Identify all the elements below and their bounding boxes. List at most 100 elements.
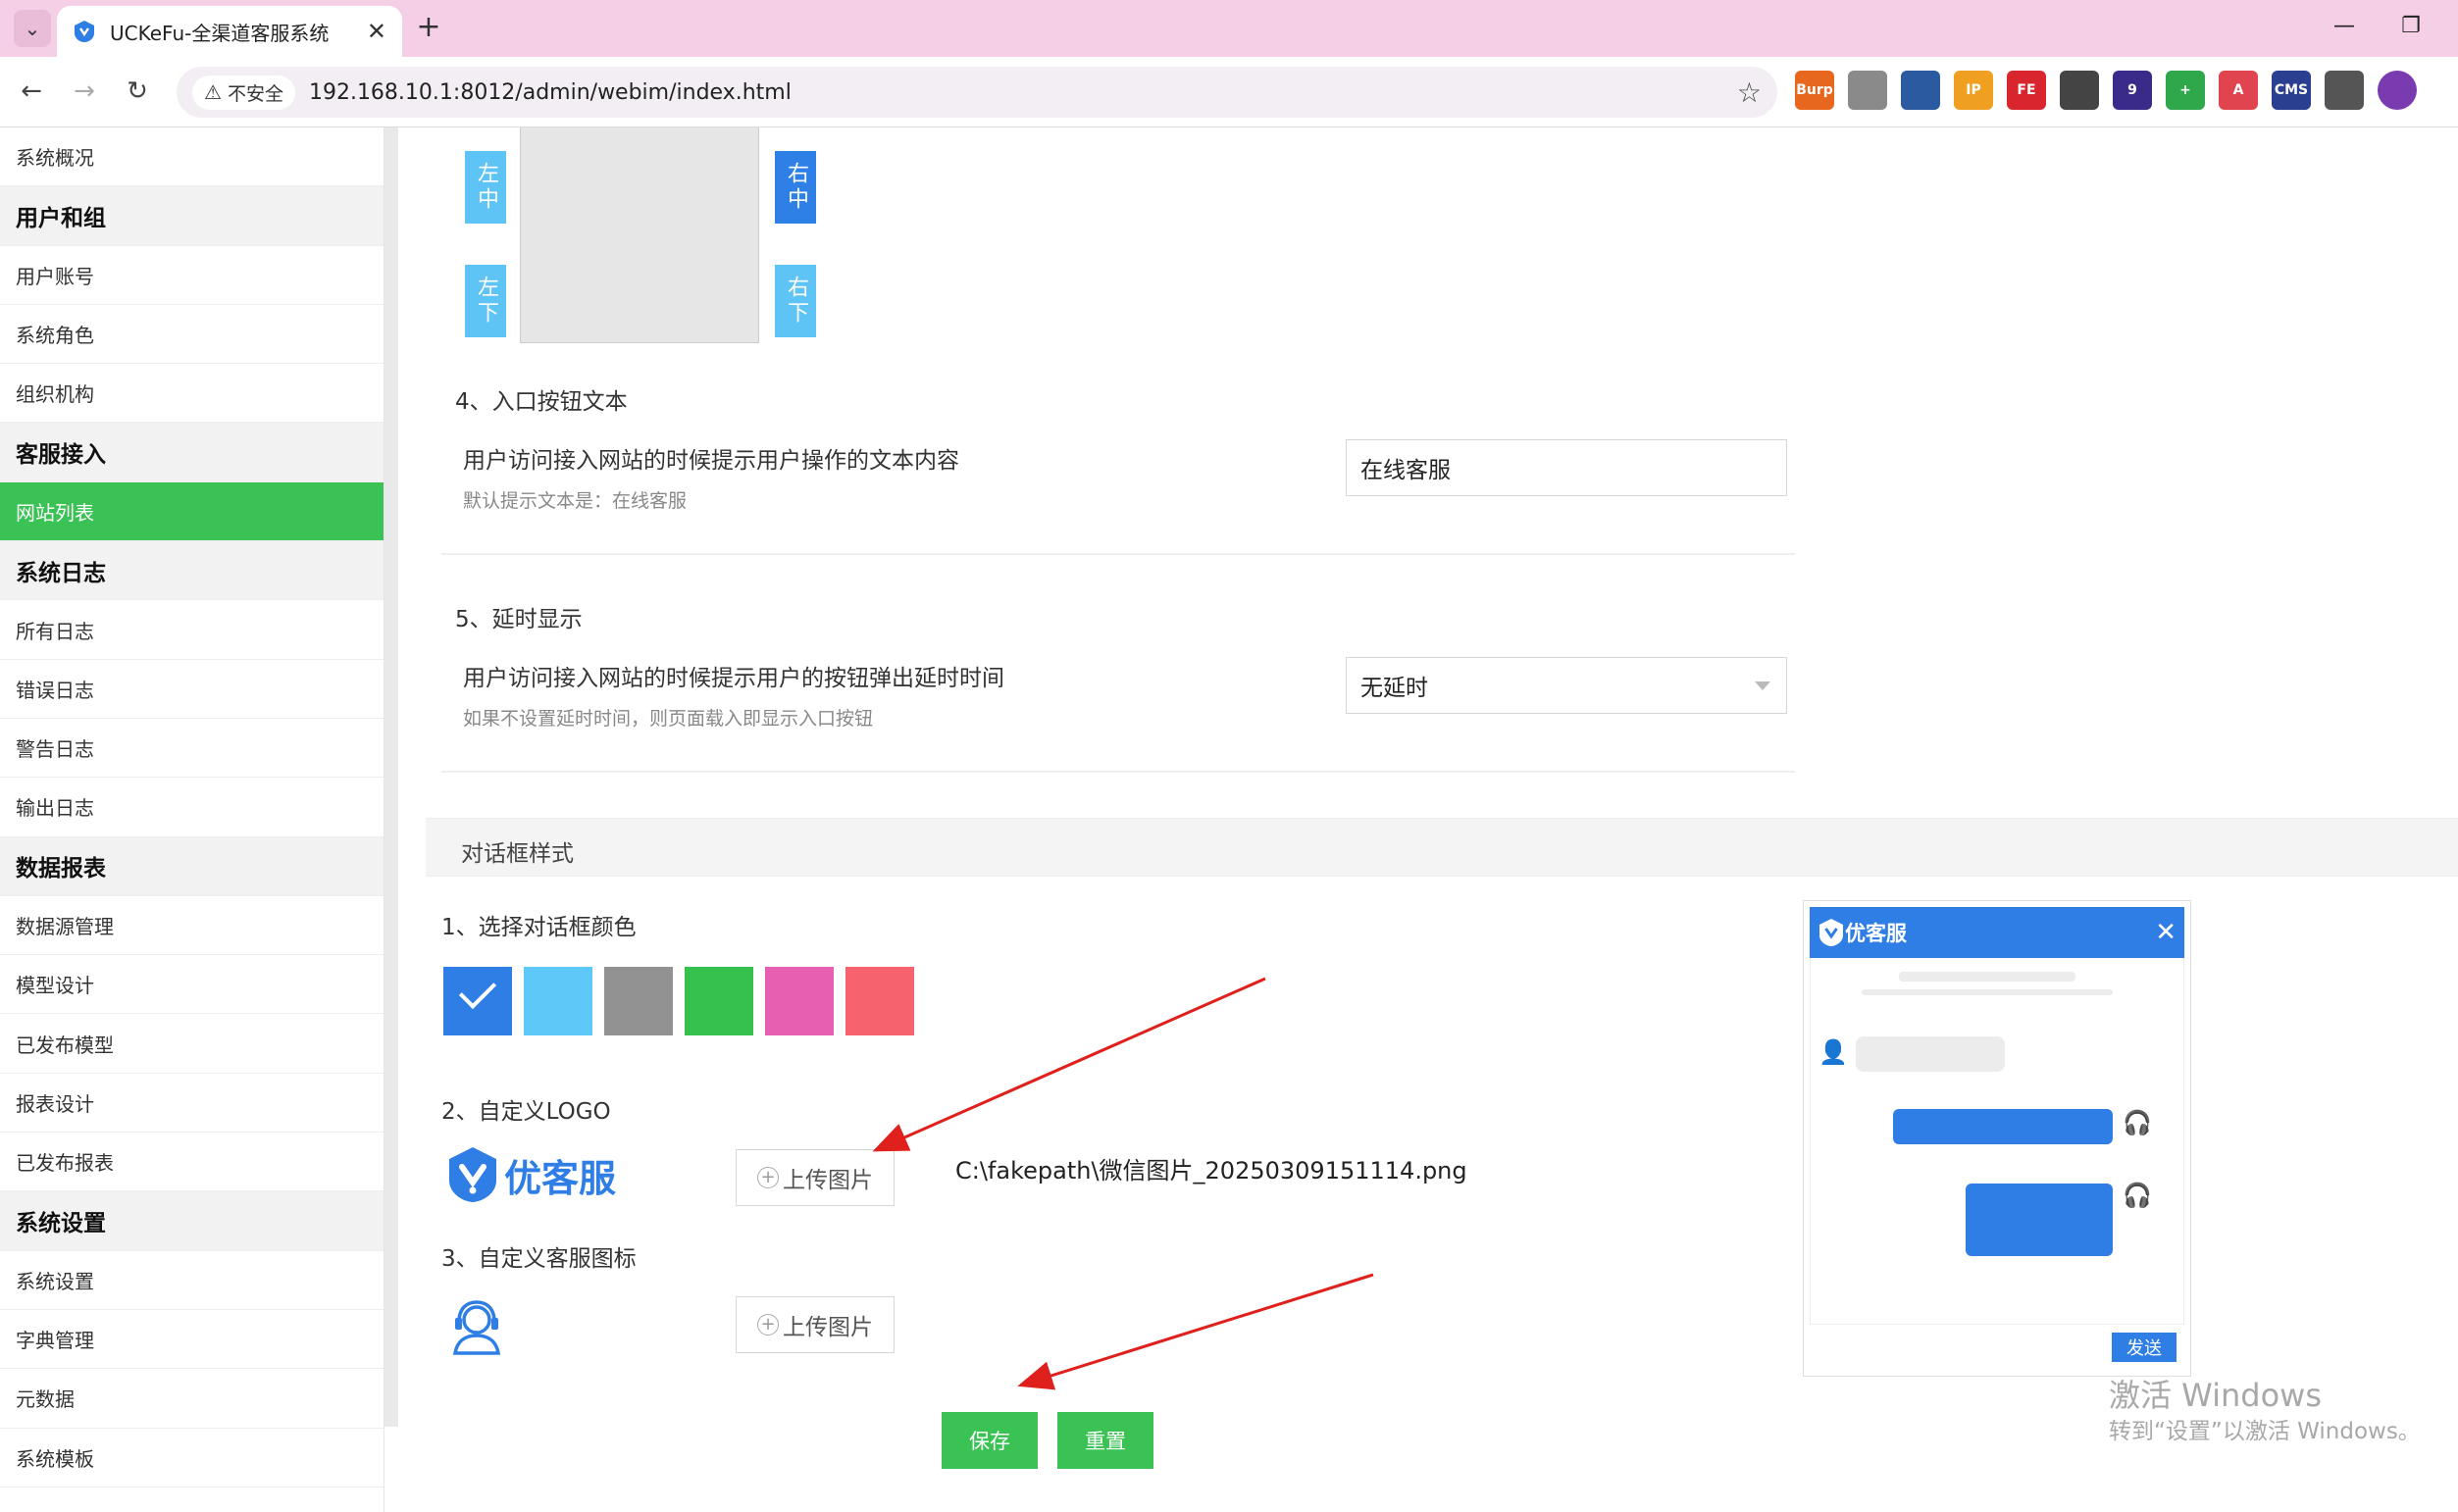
sidebar-item[interactable]: 系统角色 [0, 305, 384, 365]
sidebar-item[interactable]: 所有日志 [0, 600, 384, 660]
sidebar-item-label: 元数据 [16, 1387, 75, 1412]
windows-watermark-title: 激活 Windows [2109, 1377, 2323, 1414]
chat-title: 优客服 [1845, 922, 1907, 945]
sidebar-item[interactable]: 警告日志 [0, 719, 384, 779]
sidebar-item-label: 网站列表 [16, 500, 94, 525]
delay-value: 无延时 [1360, 676, 1428, 701]
sidebar-item-label: 警告日志 [16, 737, 94, 762]
tab-title: UCKeFu-全渠道客服系统 [110, 21, 330, 45]
shield-extension-icon[interactable] [1901, 71, 1940, 110]
extension-label: 9 [2127, 82, 2137, 98]
logo-text: 优客服 [504, 1156, 617, 1200]
sidebar-item[interactable]: 网站列表 [0, 481, 384, 542]
profile-avatar-icon[interactable] [2378, 71, 2417, 110]
color-swatch[interactable] [604, 967, 673, 1035]
forward-arrow-icon[interactable]: → [67, 75, 102, 110]
logo-title: 2、自定义LOGO [441, 1099, 611, 1125]
sidebar-item-label: 报表设计 [16, 1091, 94, 1116]
entry-text-title: 4、入口按钮文本 [455, 389, 628, 415]
extension-label: Burp [1796, 82, 1833, 98]
chat-close-icon[interactable]: ✕ [2155, 918, 2176, 947]
link-extension-icon[interactable] [1848, 71, 1887, 110]
sidebar-item[interactable]: 已发布模型 [0, 1014, 384, 1074]
color-swatch[interactable] [845, 967, 914, 1035]
sidebar-item[interactable]: 系统概况 [0, 127, 384, 187]
delay-select[interactable]: 无延时 [1346, 657, 1787, 714]
position-left-mid-button[interactable]: 左中 [465, 151, 506, 224]
chat-body: 👤 🎧 🎧 [1810, 958, 2184, 1325]
extension-label: + [2179, 82, 2191, 98]
tab-search-button[interactable]: ⌄ [14, 10, 51, 47]
dropdown-arrow-icon [1755, 681, 1770, 690]
dialog-style-header: 对话框样式 [426, 818, 2458, 877]
delay-title: 5、延时显示 [455, 607, 583, 632]
sidebar-item-label: 系统角色 [16, 324, 94, 348]
browser-toolbar: ← → ↻ ⚠ 不安全 192.168.10.1:8012/admin/webim… [0, 57, 2458, 127]
entry-text-input[interactable]: 在线客服 [1346, 439, 1787, 496]
logo-upload-button[interactable]: + 上传图片 [736, 1149, 895, 1206]
sidebar-group-header: 客服接入 [0, 423, 384, 482]
save-button[interactable]: 保存 [942, 1412, 1038, 1469]
sidebar-item-label: 系统设置 [16, 1210, 106, 1236]
sidebar-item[interactable]: 报表设计 [0, 1074, 384, 1134]
position-right-bottom-label: 右下 [784, 276, 808, 327]
burp-extension-icon[interactable]: Burp [1795, 71, 1834, 110]
sidebar-item-label: 字典管理 [16, 1329, 94, 1353]
cms-extension-icon[interactable]: CMS [2272, 71, 2311, 110]
sidebar-item-label: 客服接入 [16, 442, 106, 469]
position-right-bottom-button[interactable]: 右下 [775, 265, 816, 337]
icon-upload-button[interactable]: + 上传图片 [736, 1296, 895, 1353]
bookmark-star-icon[interactable]: ☆ [1737, 76, 1762, 109]
color-swatch[interactable] [685, 967, 753, 1035]
sidebar-item[interactable]: 用户账号 [0, 246, 384, 305]
sidebar-item-label: 用户账号 [16, 264, 94, 288]
color-swatch[interactable] [443, 967, 512, 1035]
reload-icon[interactable]: ↻ [120, 75, 155, 110]
divider [441, 553, 1795, 555]
address-bar[interactable]: ⚠ 不安全 192.168.10.1:8012/admin/webim/index… [177, 67, 1777, 118]
sidebar-item[interactable]: 字典管理 [0, 1310, 384, 1370]
sidebar-item[interactable]: 系统设置 [0, 1251, 384, 1310]
hat-extension-icon[interactable]: 9 [2113, 71, 2152, 110]
qr-extension-icon[interactable] [2060, 71, 2099, 110]
browser-tab-strip: ⌄ UCKeFu-全渠道客服系统 ✕ + — ❐ [0, 0, 2458, 57]
sidebar-scrollbar[interactable] [384, 127, 398, 1427]
translate-extension-icon[interactable]: A [2219, 71, 2258, 110]
extension-label: IP [1966, 82, 1981, 98]
plus-extension-icon[interactable]: + [2166, 71, 2205, 110]
sidebar-item-label: 用户和组 [16, 205, 106, 231]
restore-icon[interactable]: ❐ [2391, 14, 2431, 38]
logo-shield-icon [449, 1147, 496, 1202]
ip-extension-icon[interactable]: IP [1954, 71, 1993, 110]
position-left-bottom-button[interactable]: 左下 [465, 265, 506, 337]
sidebar-item-label: 组织机构 [16, 382, 94, 407]
minimize-icon[interactable]: — [2325, 14, 2364, 38]
entry-text-value: 在线客服 [1360, 458, 1451, 483]
browser-tab[interactable]: UCKeFu-全渠道客服系统 ✕ [57, 6, 402, 57]
security-chip[interactable]: ⚠ 不安全 [192, 75, 295, 110]
sidebar-item[interactable]: 已发布报表 [0, 1133, 384, 1192]
sidebar-item[interactable]: 组织机构 [0, 364, 384, 424]
back-arrow-icon[interactable]: ← [14, 75, 49, 110]
placeholder-line [1899, 972, 2075, 982]
sidebar-item[interactable]: 输出日志 [0, 778, 384, 837]
sidebar-item[interactable]: 元数据 [0, 1369, 384, 1429]
sidebar-item[interactable]: 模型设计 [0, 955, 384, 1015]
puzzle-extension-icon[interactable] [2325, 71, 2364, 110]
color-swatch[interactable] [765, 967, 834, 1035]
extension-label: CMS [2274, 82, 2309, 98]
tab-close-icon[interactable]: ✕ [367, 18, 386, 45]
chat-send-button[interactable]: 发送 [2112, 1333, 2176, 1362]
fe-extension-icon[interactable]: FE [2007, 71, 2046, 110]
sidebar-item[interactable]: 数据源管理 [0, 896, 384, 956]
agent-avatar-icon: 🎧 [2123, 1182, 2152, 1209]
sidebar-item-label: 系统模板 [16, 1446, 94, 1471]
position-preview-box [520, 127, 759, 343]
sidebar-item[interactable]: 系统模板 [0, 1429, 384, 1487]
url-text[interactable]: 192.168.10.1:8012/admin/webim/index.html [309, 80, 1737, 105]
color-swatch[interactable] [524, 967, 592, 1035]
new-tab-button[interactable]: + [412, 12, 445, 45]
reset-button[interactable]: 重置 [1057, 1412, 1153, 1469]
position-right-mid-button[interactable]: 右中 [775, 151, 816, 224]
sidebar-item[interactable]: 错误日志 [0, 660, 384, 719]
